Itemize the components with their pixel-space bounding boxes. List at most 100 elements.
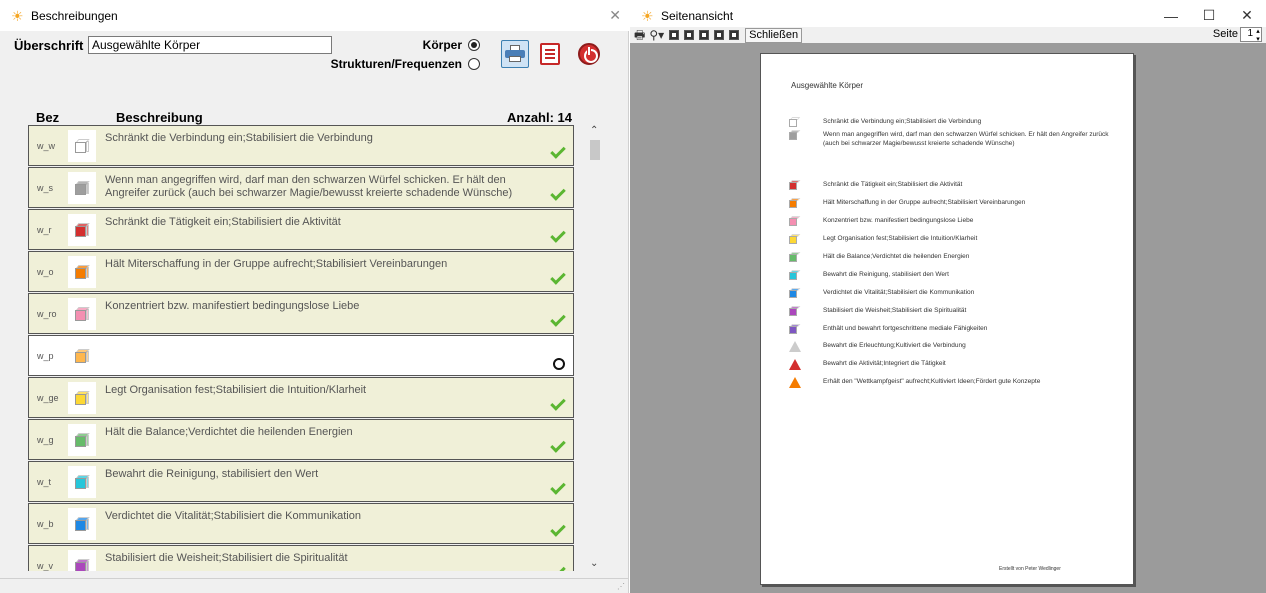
list-row[interactable]: w_ro Konzentriert bzw. manifestiert bedin… [28,293,574,334]
radio-strukturen-label: Strukturen/Frequenzen [330,57,462,71]
list-row[interactable]: w_o Hält Miterschaffung in der Gruppe auf… [28,251,574,292]
cube-icon [68,172,96,204]
row-description: Bewahrt die Reinigung, stabilisiert den … [105,468,319,480]
one-page-icon[interactable] [669,30,680,40]
cube-icon [789,117,801,127]
document-item-text: Schränkt die Verbindung ein;Stabilisiert… [823,118,982,125]
document-item-text: Bewahrt die Reinigung, stabilisiert den … [823,271,949,278]
three-pages-icon[interactable] [699,30,710,40]
row-description: Legt Organisation fest;Stabilisiert die … [105,384,367,396]
document-item-text: Hält Miterschaffung in der Gruppe aufrec… [823,199,1026,206]
cube-icon [789,270,801,280]
preview-page: Ausgewählte Körper Schränkt die Verbindu… [760,53,1134,585]
cube-icon [68,298,96,330]
document-item-text: Bewahrt die Erleuchtung;Kultiviert die V… [823,342,966,349]
cube-icon [68,382,96,414]
check-icon [550,185,566,201]
close-window-icon[interactable]: ✕ [609,8,621,22]
document-item-text: Wenn man angegriffen wird, darf man den … [823,131,1109,147]
cube-icon [68,508,96,540]
row-description: Hält Miterschaffung in der Gruppe aufrec… [105,258,448,270]
scroll-down-arrow-icon[interactable]: ⌄ [590,558,598,569]
left-titlebar: ☀ Beschreibungen ✕ [0,0,629,31]
cube-icon [68,256,96,288]
cube-icon [789,324,801,334]
cube-icon [789,234,801,244]
row-description: Schränkt die Tätigkeit ein;Stabilisiert … [105,216,341,228]
document-title: Ausgewählte Körper [791,81,864,90]
heading-label: Überschrift [14,38,84,53]
document-item-text: Erhält den "Wettkampfgeist" aufrecht;Kul… [823,378,1041,385]
resize-grip-icon[interactable]: ⋰ [617,582,625,591]
pyramid-icon [789,377,801,388]
zoom-icon[interactable]: ⚲▾ [649,28,664,42]
page-label: Seite [1212,28,1238,40]
scroll-up-arrow-icon[interactable]: ⌃ [590,125,598,136]
cube-icon [789,306,801,316]
radio-koerper[interactable] [468,39,480,51]
row-bez: w_v [37,561,54,571]
check-icon [550,563,566,571]
four-pages-icon[interactable] [714,30,725,40]
scrollbar-thumb[interactable] [590,140,600,160]
print-preview-button[interactable] [536,40,564,68]
cube-icon [68,214,96,246]
exit-button[interactable] [575,40,603,68]
sun-app-icon: ☀ [641,7,654,24]
printer-icon[interactable]: 🖶 [634,28,645,42]
cube-icon [789,252,801,262]
close-preview-button[interactable]: Schließen [745,27,803,43]
column-header-anzahl: Anzahl: 14 [506,110,572,125]
row-description: Verdichtet die Vitalität;Stabilisiert di… [105,510,361,522]
radio-koerper-row[interactable]: Körper [423,38,480,52]
document-item-text: Verdichtet die Vitalität;Stabilisiert di… [823,289,975,296]
seitenansicht-window: ☀ Seitenansicht — ☐ ✕ 🖶 ⚲▾ Schließen Sei… [630,0,1266,593]
document-preview-icon [540,43,560,65]
check-icon [550,479,566,495]
list-row[interactable]: w_s Wenn man angegriffen wird, darf man d… [28,167,574,208]
cube-icon [789,130,801,140]
list-row[interactable]: w_t Bewahrt die Reinigung, stabilisiert d… [28,461,574,502]
document-item-text: Konzentriert bzw. manifestiert bedingung… [823,217,974,224]
pyramid-icon [789,359,801,370]
list-row[interactable]: w_v Stabilisiert die Weisheit;Stabilisier… [28,545,574,571]
list-row[interactable]: w_ge Legt Organisation fest;Stabilisiert … [28,377,574,418]
print-button[interactable] [501,40,529,68]
cube-icon [68,424,96,456]
beschreibungen-window: ☀ Beschreibungen ✕ Überschrift Körper St… [0,0,629,593]
cube-icon [68,466,96,498]
check-icon [550,269,566,285]
check-icon [550,521,566,537]
heading-input[interactable] [88,36,332,54]
preview-toolbar: 🖶 ⚲▾ Schließen Seite 1 [630,27,1266,43]
row-description: Schränkt die Verbindung ein;Stabilisiert… [105,132,373,144]
list-row[interactable]: w_b Verdichtet die Vitalität;Stabilisiert… [28,503,574,544]
two-pages-icon[interactable] [684,30,695,40]
list-row[interactable]: w_p [28,335,574,376]
list-row[interactable]: w_r Schränkt die Tätigkeit ein;Stabilisie… [28,209,574,250]
empty-circle-icon [553,358,565,370]
right-window-title: Seitenansicht [661,8,734,23]
radio-strukturen[interactable] [468,58,480,70]
row-bez: w_ge [37,393,59,403]
list-row[interactable]: w_w Schränkt die Verbindung ein;Stabilisi… [28,125,574,166]
document-footer: Erstellt von Peter Wedlinger [999,566,1061,572]
column-header-bez: Bez [36,110,60,125]
six-pages-icon[interactable] [729,30,740,40]
check-icon [550,143,566,159]
radio-koerper-label: Körper [422,38,462,52]
row-bez: w_r [37,225,52,235]
cube-icon [68,340,96,372]
row-bez: w_ro [37,309,57,319]
list-row[interactable]: w_g Hält die Balance;Verdichtet die heile… [28,419,574,460]
printer-icon [505,45,525,63]
radio-strukturen-row[interactable]: Strukturen/Frequenzen [331,57,480,71]
page-number-spinner[interactable]: 1 [1240,27,1262,43]
row-bez: w_b [37,519,54,529]
power-icon [578,43,600,65]
row-description: Konzentriert bzw. manifestiert bedingung… [105,300,360,312]
document-item-text: Schränkt die Tätigkeit ein;Stabilisiert … [823,181,963,188]
cube-icon [789,198,801,208]
row-bez: w_o [37,267,54,277]
row-bez: w_p [37,351,54,361]
